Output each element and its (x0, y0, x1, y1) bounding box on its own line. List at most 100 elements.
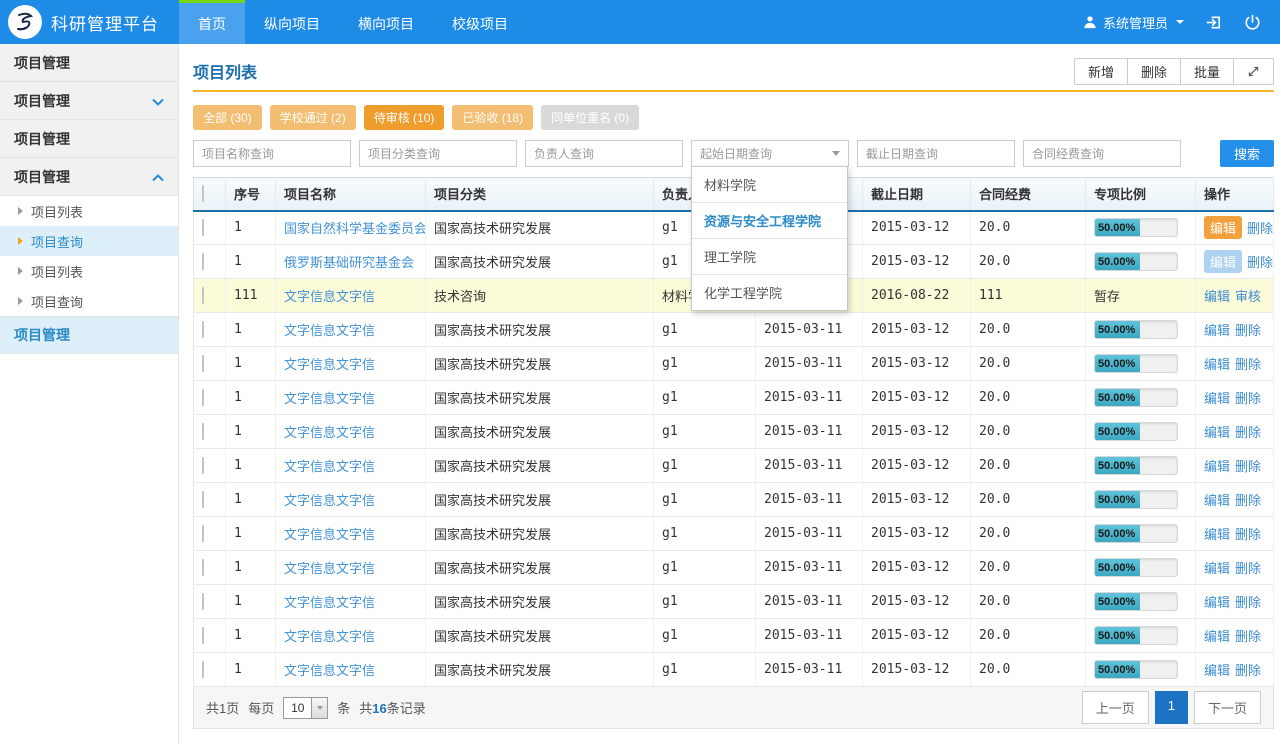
dropdown-item[interactable]: 资源与安全工程学院 (692, 203, 847, 239)
project-name-link[interactable]: 文字信息文字信 (284, 493, 375, 508)
row-checkbox[interactable] (202, 423, 204, 440)
user-menu[interactable]: 系统管理员 (1083, 13, 1184, 32)
edit-action[interactable]: 编辑 (1204, 660, 1230, 679)
toolbar-button[interactable]: 新增 (1074, 58, 1128, 85)
progress-label: 50.00% (1098, 358, 1135, 370)
page-size-caret-icon[interactable] (311, 698, 327, 718)
sidebar-item[interactable]: 项目查询 (0, 286, 178, 316)
project-name-link[interactable]: 文字信息文字信 (284, 595, 375, 610)
search-field[interactable] (857, 140, 1015, 167)
review-action[interactable]: 审核 (1235, 286, 1261, 305)
project-name-link[interactable]: 文字信息文字信 (284, 663, 375, 678)
filter-tab[interactable]: 全部 (30) (193, 105, 262, 130)
row-checkbox[interactable] (202, 321, 204, 338)
delete-action[interactable]: 删除 (1235, 626, 1261, 645)
search-field[interactable] (359, 140, 517, 167)
row-checkbox[interactable] (202, 525, 204, 542)
sidebar-item[interactable]: 项目查询 (0, 226, 178, 256)
sidebar-group[interactable]: 项目管理 (0, 316, 178, 354)
dropdown-item[interactable]: 理工学院 (692, 239, 847, 275)
delete-action[interactable]: 删除 (1235, 592, 1261, 611)
page-size-select[interactable]: 10 (283, 697, 328, 719)
row-checkbox[interactable] (202, 219, 204, 236)
delete-action[interactable]: 删除 (1235, 422, 1261, 441)
delete-action[interactable]: 删除 (1235, 456, 1261, 475)
row-checkbox[interactable] (202, 627, 204, 644)
project-name-link[interactable]: 国家自然科学基金委员会 (284, 221, 426, 236)
project-name-link[interactable]: 文字信息文字信 (284, 425, 375, 440)
project-name-link[interactable]: 文字信息文字信 (284, 629, 375, 644)
nav-tab[interactable]: 横向项目 (339, 0, 433, 44)
project-name-link[interactable]: 文字信息文字信 (284, 459, 375, 474)
switch-account-icon[interactable] (1204, 13, 1223, 32)
delete-action[interactable]: 删除 (1247, 218, 1273, 237)
toolbar-button[interactable]: 批量 (1180, 58, 1234, 85)
row-checkbox[interactable] (202, 287, 204, 304)
edit-action[interactable]: 编辑 (1204, 456, 1230, 475)
delete-action[interactable]: 删除 (1247, 252, 1273, 271)
row-checkbox[interactable] (202, 559, 204, 576)
delete-action[interactable]: 删除 (1235, 660, 1261, 679)
project-name-link[interactable]: 文字信息文字信 (284, 527, 375, 542)
filter-tab[interactable]: 学校通过 (2) (270, 105, 356, 130)
sidebar-item[interactable]: 项目列表 (0, 196, 178, 226)
delete-action[interactable]: 删除 (1235, 490, 1261, 509)
search-field[interactable] (1023, 140, 1181, 167)
row-checkbox[interactable] (202, 389, 204, 406)
next-page-button[interactable]: 下一页 (1194, 691, 1261, 724)
delete-action[interactable]: 删除 (1235, 558, 1261, 577)
row-checkbox[interactable] (202, 491, 204, 508)
edit-action[interactable]: 编辑 (1204, 286, 1230, 305)
row-checkbox[interactable] (202, 593, 204, 610)
search-field[interactable] (193, 140, 351, 167)
sidebar-item[interactable]: 项目列表 (0, 256, 178, 286)
sidebar-group[interactable]: 项目管理 (0, 82, 178, 120)
row-checkbox[interactable] (202, 253, 204, 270)
expand-button[interactable] (1233, 58, 1274, 85)
sidebar-group-label: 项目管理 (14, 129, 70, 149)
edit-action[interactable]: 编辑 (1204, 216, 1242, 239)
dropdown-item[interactable]: 材料学院 (692, 167, 847, 203)
start-date-select[interactable]: 起始日期查询 (691, 140, 849, 167)
edit-action[interactable]: 编辑 (1204, 524, 1230, 543)
delete-action[interactable]: 删除 (1235, 354, 1261, 373)
search-button[interactable]: 搜索 (1220, 140, 1274, 167)
nav-tab[interactable]: 首页 (179, 0, 245, 44)
row-checkbox[interactable] (202, 355, 204, 372)
project-name-link[interactable]: 文字信息文字信 (284, 391, 375, 406)
search-field[interactable] (525, 140, 683, 167)
sidebar-group[interactable]: 项目管理 (0, 44, 178, 82)
prev-page-button[interactable]: 上一页 (1082, 691, 1149, 724)
select-all-checkbox[interactable] (202, 185, 204, 202)
sidebar-group[interactable]: 项目管理 (0, 158, 178, 196)
edit-action[interactable]: 编辑 (1204, 320, 1230, 339)
row-checkbox[interactable] (202, 457, 204, 474)
power-icon[interactable] (1243, 13, 1262, 32)
delete-action[interactable]: 删除 (1235, 320, 1261, 339)
unit-label: 条 (337, 698, 350, 717)
edit-action[interactable]: 编辑 (1204, 558, 1230, 577)
filter-tab[interactable]: 待审核 (10) (364, 105, 445, 130)
current-page-button[interactable]: 1 (1155, 691, 1188, 724)
edit-action[interactable]: 编辑 (1204, 490, 1230, 509)
sidebar-group[interactable]: 项目管理 (0, 120, 178, 158)
delete-action[interactable]: 删除 (1235, 388, 1261, 407)
nav-tab[interactable]: 校级项目 (433, 0, 527, 44)
project-name-link[interactable]: 文字信息文字信 (284, 289, 375, 304)
project-name-link[interactable]: 文字信息文字信 (284, 323, 375, 338)
edit-action[interactable]: 编辑 (1204, 354, 1230, 373)
edit-action[interactable]: 编辑 (1204, 250, 1242, 273)
delete-action[interactable]: 删除 (1235, 524, 1261, 543)
project-name-link[interactable]: 俄罗斯基础研究基金会 (284, 255, 414, 270)
nav-tab[interactable]: 纵向项目 (245, 0, 339, 44)
project-name-link[interactable]: 文字信息文字信 (284, 561, 375, 576)
project-name-link[interactable]: 文字信息文字信 (284, 357, 375, 372)
toolbar-button[interactable]: 删除 (1127, 58, 1181, 85)
edit-action[interactable]: 编辑 (1204, 388, 1230, 407)
edit-action[interactable]: 编辑 (1204, 626, 1230, 645)
dropdown-item[interactable]: 化学工程学院 (692, 275, 847, 310)
row-checkbox[interactable] (202, 661, 204, 678)
filter-tab[interactable]: 已验收 (18) (452, 105, 533, 130)
edit-action[interactable]: 编辑 (1204, 592, 1230, 611)
edit-action[interactable]: 编辑 (1204, 422, 1230, 441)
